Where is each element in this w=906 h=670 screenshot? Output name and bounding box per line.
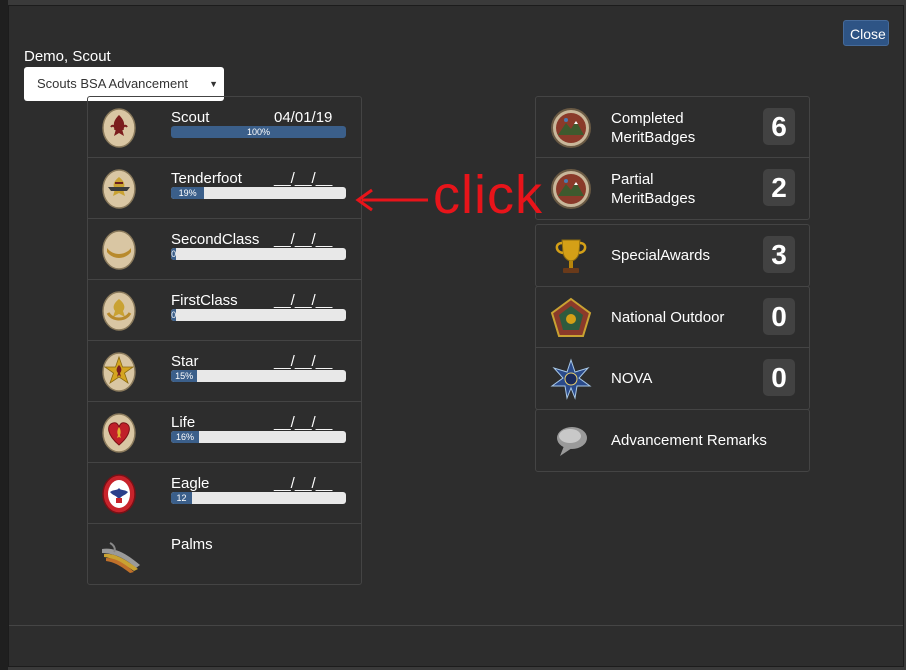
count-badge: 0 xyxy=(763,298,795,335)
partial-merit-badges-row[interactable]: Partial MeritBadges 2 xyxy=(536,158,809,219)
eagle-badge-icon xyxy=(102,474,136,514)
advancement-remarks-row[interactable]: Advancement Remarks xyxy=(536,410,809,471)
palms-icon xyxy=(102,542,140,573)
rank-row-first-class[interactable]: FirstClass __/__/__ 0 xyxy=(88,280,361,341)
rank-progress-bar: 16% xyxy=(171,431,346,443)
rank-date: __/__/__ xyxy=(274,475,333,492)
rank-progress-bar: 100% xyxy=(171,126,346,138)
rank-row-life[interactable]: Life __/__/__ 16% xyxy=(88,402,361,463)
rank-progress-bar: 15% xyxy=(171,370,346,382)
rank-progress-bar: 0 xyxy=(171,309,346,321)
rank-date: __/__/__ xyxy=(274,414,333,431)
rank-name: SecondClass xyxy=(171,231,260,248)
merit-badges-panel: Completed MeritBadges 6 Partial MeritBad… xyxy=(535,96,810,220)
special-awards-label: SpecialAwards xyxy=(611,247,710,264)
rank-name: Star xyxy=(171,353,199,370)
rank-progress-bar: 19% xyxy=(171,187,346,199)
count-badge: 6 xyxy=(763,108,795,145)
close-button[interactable]: Close xyxy=(843,20,889,46)
rank-progress-fill: 16% xyxy=(171,431,199,443)
scout-badge-icon xyxy=(102,108,136,148)
rank-name: Tenderfoot xyxy=(171,170,242,187)
tenderfoot-badge-icon xyxy=(102,169,136,209)
national-outdoor-label: National Outdoor xyxy=(611,309,725,326)
life-badge-icon xyxy=(102,413,136,453)
modal-footer-divider xyxy=(9,625,903,626)
completed-merit-badges-label: Completed MeritBadges xyxy=(611,109,695,147)
scout-name: Demo, Scout xyxy=(24,48,111,65)
count-badge: 2 xyxy=(763,169,795,206)
count-badge: 3 xyxy=(763,236,795,273)
rank-progress-fill: 19% xyxy=(171,187,205,199)
nova-row[interactable]: NOVA 0 xyxy=(536,348,809,409)
rank-row-second-class[interactable]: SecondClass __/__/__ 0 xyxy=(88,219,361,280)
second-class-badge-icon xyxy=(102,230,136,270)
label-line: Partial xyxy=(611,171,654,188)
national-outdoor-row[interactable]: National Outdoor 0 xyxy=(536,287,809,348)
rank-progress-bar: 12 xyxy=(171,492,346,504)
count-badge: 0 xyxy=(763,359,795,396)
trophy-icon xyxy=(555,239,587,273)
speech-bubble-icon xyxy=(557,427,587,456)
ranks-panel: Scout 04/01/19 100% Tenderfoot __/__/__ … xyxy=(87,96,362,585)
backdrop xyxy=(0,0,8,670)
rank-date: __/__/__ xyxy=(274,231,333,248)
rank-row-scout[interactable]: Scout 04/01/19 100% xyxy=(88,97,361,158)
click-annotation: click xyxy=(350,165,565,226)
rank-name: Scout xyxy=(171,109,210,126)
rank-progress-fill: 0 xyxy=(171,309,177,321)
arrow-left-icon xyxy=(355,188,428,212)
advancement-type-value: Scouts BSA Advancement xyxy=(37,76,189,91)
rank-progress-bar: 0 xyxy=(171,248,346,260)
rank-progress-fill: 12 xyxy=(171,492,192,504)
rank-date: 04/01/19 xyxy=(274,109,333,126)
rank-name: Palms xyxy=(171,536,213,553)
advancement-remarks-label: Advancement Remarks xyxy=(611,432,767,449)
special-awards-row[interactable]: SpecialAwards 3 xyxy=(536,225,809,286)
rank-name: Life xyxy=(171,414,196,431)
label-line: MeritBadges xyxy=(611,129,696,146)
special-awards-panel: SpecialAwards 3 xyxy=(535,224,810,287)
rank-progress-fill: 0 xyxy=(171,248,177,260)
rank-row-palms[interactable]: Palms xyxy=(88,524,361,585)
rank-date: __/__/__ xyxy=(274,170,333,187)
nova-icon xyxy=(550,358,592,400)
rank-name: Eagle xyxy=(171,475,210,492)
rank-progress-fill: 15% xyxy=(171,370,198,382)
rank-row-eagle[interactable]: Eagle __/__/__ 12 xyxy=(88,463,361,524)
first-class-badge-icon xyxy=(102,291,136,331)
rank-date: __/__/__ xyxy=(274,353,333,370)
outdoor-nova-panel: National Outdoor 0 NOVA 0 xyxy=(535,286,810,410)
completed-merit-badges-row[interactable]: Completed MeritBadges 6 xyxy=(536,97,809,158)
remarks-panel: Advancement Remarks xyxy=(535,409,810,472)
rank-row-star[interactable]: Star __/__/__ 15% xyxy=(88,341,361,402)
rank-name: FirstClass xyxy=(171,292,238,309)
click-annotation-text: click xyxy=(433,165,543,225)
rank-date: __/__/__ xyxy=(274,292,333,309)
label-line: MeritBadges xyxy=(611,190,696,207)
rank-progress-fill: 100% xyxy=(171,126,346,138)
label-line: Completed xyxy=(611,110,684,127)
rank-row-tenderfoot[interactable]: Tenderfoot __/__/__ 19% xyxy=(88,158,361,219)
nova-label: NOVA xyxy=(611,370,653,387)
partial-merit-badges-label: Partial MeritBadges xyxy=(611,170,695,208)
national-outdoor-icon xyxy=(550,297,592,337)
merit-badge-icon xyxy=(551,108,591,148)
star-badge-icon xyxy=(102,352,136,392)
